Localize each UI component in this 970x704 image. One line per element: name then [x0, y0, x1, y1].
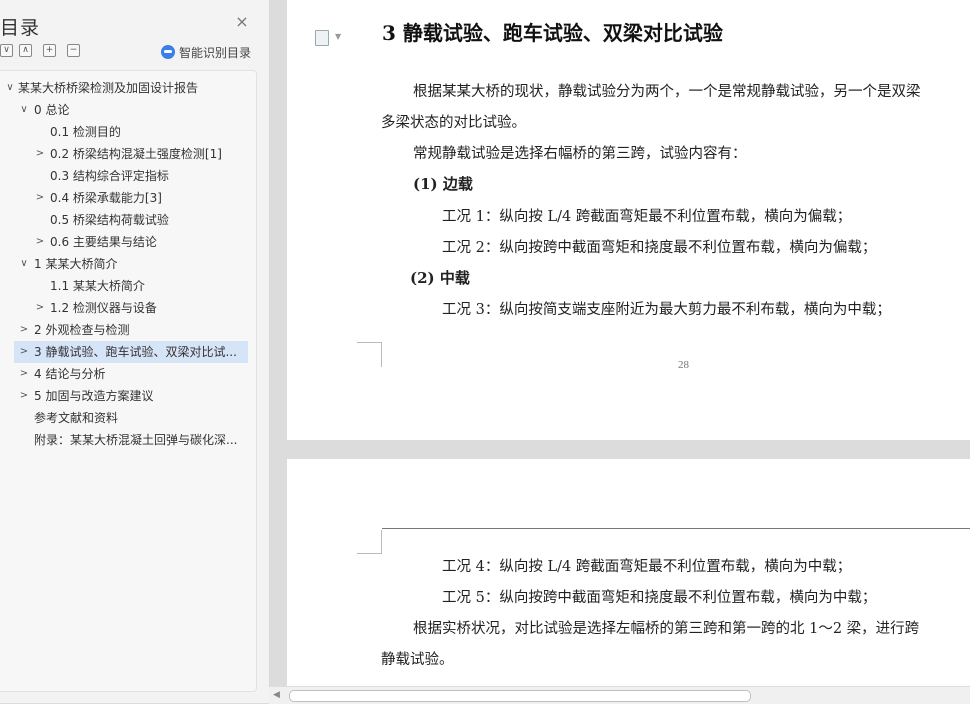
toc-item-label: 0.1 检测目的 [50, 125, 121, 139]
smart-recognize-icon [161, 45, 175, 59]
paragraph-line: 工况 1：纵向按 L/4 跨截面弯矩最不利位置布载，横向为偏载； [442, 209, 852, 225]
toc-item-label: 0.4 桥梁承载能力[3] [50, 191, 162, 205]
page-28: ▼ 3 静载试验、跑车试验、双梁对比试验 根据某某大桥的现状，静载试验分为两个，… [287, 0, 970, 440]
toc-sidebar: 目录 × ∨ ∧ + − 智能识别目录 ∨ 某某大桥桥梁检测及加固设计报告 ∨ 0 总… [0, 0, 270, 703]
chevron-right-icon[interactable]: > [18, 385, 30, 407]
add-heading-icon[interactable]: + [43, 44, 56, 57]
toc-item[interactable]: ∨ 某某大桥桥梁检测及加固设计报告 [0, 77, 256, 99]
toc-item[interactable]: 0.3 结构综合评定指标 [0, 165, 256, 187]
chevron-down-icon[interactable]: ∨ [4, 77, 16, 99]
chevron-right-icon[interactable]: > [18, 363, 30, 385]
toc-item[interactable]: 0.5 桥梁结构荷载试验 [0, 209, 256, 231]
scrollbar-thumb[interactable] [289, 690, 751, 702]
toc-item-label: 0.3 结构综合评定指标 [50, 169, 169, 183]
header-rule [382, 528, 970, 529]
chevron-right-icon[interactable]: > [34, 187, 46, 209]
toc-item-label: 0 总论 [34, 103, 70, 117]
subheading-side-load: (1) 边载 [413, 175, 473, 193]
toc-item[interactable]: 附录：某某大桥混凝土回弹与碳化深... [0, 429, 256, 451]
paragraph-line: 工况 2：纵向按跨中截面弯矩和挠度最不利位置布载，横向为偏载； [442, 240, 877, 256]
chevron-down-icon[interactable]: ∨ [18, 99, 30, 121]
subheading-center-load: (2) 中载 [410, 269, 470, 287]
toc-item-label: 0.5 桥梁结构荷载试验 [50, 213, 169, 227]
toc-item-label: 2 外观检查与检测 [34, 323, 130, 337]
smart-recognize-label: 智能识别目录 [179, 45, 252, 60]
toc-item[interactable]: 参考文献和资料 [0, 407, 256, 429]
toc-item[interactable]: ∨ 1 某某大桥简介 [0, 253, 256, 275]
toc-item[interactable]: >5 加固与改造方案建议 [0, 385, 256, 407]
toc-item-label: 1.2 检测仪器与设备 [50, 301, 157, 315]
smart-recognize-toc-button[interactable]: 智能识别目录 [161, 43, 251, 61]
paragraph-line: 根据实桥状况，对比试验是选择左幅桥的第三跨和第一跨的北 1～2 梁，进行跨 [413, 621, 920, 637]
close-icon[interactable]: × [234, 14, 250, 30]
page-number: 28 [678, 359, 689, 371]
document-view[interactable]: ▼ 3 静载试验、跑车试验、双梁对比试验 根据某某大桥的现状，静载试验分为两个，… [287, 0, 970, 686]
toc-item[interactable]: 0.1 检测目的 [0, 121, 256, 143]
chevron-down-icon[interactable]: ∨ [18, 253, 30, 275]
toc-item-label: 0.2 桥梁结构混凝土强度检测[1] [50, 147, 222, 161]
toc-item[interactable]: 1.1 某某大桥简介 [0, 275, 256, 297]
page-margin-corner [357, 530, 382, 554]
toc-item[interactable]: >4 结论与分析 [0, 363, 256, 385]
toc-tree: ∨ 某某大桥桥梁检测及加固设计报告 ∨ 0 总论 0.1 检测目的 >0.2 桥梁结构混凝… [0, 70, 257, 692]
toc-item-label: 0.6 主要结果与结论 [50, 235, 157, 249]
chevron-right-icon[interactable]: > [18, 319, 30, 341]
toc-item-label: 1.1 某某大桥简介 [50, 279, 145, 293]
paragraph-line: 静载试验。 [381, 652, 454, 668]
toc-item-label: 某某大桥桥梁检测及加固设计报告 [18, 81, 199, 95]
toc-item-label: 1 某某大桥简介 [34, 257, 118, 271]
expand-icon[interactable]: ∧ [19, 44, 32, 57]
page-icon[interactable] [315, 30, 329, 46]
toc-item-label: 5 加固与改造方案建议 [34, 389, 154, 403]
toc-item[interactable]: >3 静载试验、跑车试验、双梁对比试... [14, 341, 248, 363]
chevron-right-icon[interactable]: > [34, 143, 46, 165]
sidebar-title: 目录 [0, 17, 41, 39]
toc-item[interactable]: ∨ 0 总论 [0, 99, 256, 121]
toc-item[interactable]: >1.2 检测仪器与设备 [0, 297, 256, 319]
paragraph-line: 常规静载试验是选择右幅桥的第三跨，试验内容有： [413, 146, 747, 162]
paragraph-line: 工况 5：纵向按跨中截面弯矩和挠度最不利位置布载，横向为中载； [442, 590, 877, 606]
section-heading: 3 静载试验、跑车试验、双梁对比试验 [382, 21, 723, 45]
remove-heading-icon[interactable]: − [67, 44, 80, 57]
toc-item[interactable]: >0.2 桥梁结构混凝土强度检测[1] [0, 143, 256, 165]
paragraph-line: 工况 4：纵向按 L/4 跨截面弯矩最不利位置布载，横向为中载； [442, 559, 852, 575]
chevron-right-icon[interactable]: > [34, 231, 46, 253]
toc-item-label: 附录：某某大桥混凝土回弹与碳化深... [34, 433, 238, 447]
paragraph-line: 工况 3：纵向按简支端支座附近为最大剪力最不利布载，横向为中载； [442, 302, 891, 318]
collapse-icon[interactable]: ∨ [0, 44, 13, 57]
scroll-left-icon[interactable]: ◀ [273, 690, 280, 700]
paragraph-line: 多梁状态的对比试验。 [381, 115, 526, 131]
chevron-down-icon[interactable]: ▼ [335, 32, 341, 41]
toc-item-label: 4 结论与分析 [34, 367, 106, 381]
toc-item-label: 3 静载试验、跑车试验、双梁对比试... [34, 345, 237, 359]
chevron-right-icon[interactable]: > [18, 341, 30, 363]
toc-item[interactable]: >0.6 主要结果与结论 [0, 231, 256, 253]
paragraph-line: 根据某某大桥的现状，静载试验分为两个，一个是常规静载试验，另一个是双梁 [413, 84, 921, 100]
chevron-right-icon[interactable]: > [34, 297, 46, 319]
horizontal-scrollbar[interactable]: ◀ [269, 686, 970, 704]
toc-item[interactable]: >0.4 桥梁承载能力[3] [0, 187, 256, 209]
page-margin-corner [357, 342, 382, 367]
toc-item-label: 参考文献和资料 [34, 411, 119, 425]
toc-item[interactable]: >2 外观检查与检测 [0, 319, 256, 341]
